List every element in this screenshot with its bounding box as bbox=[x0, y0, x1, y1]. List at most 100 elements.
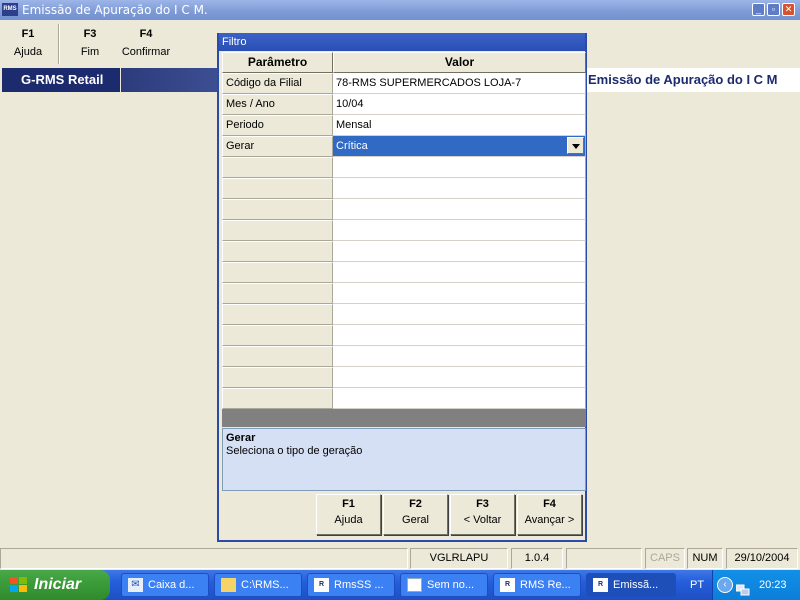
toolbar-confirm-button[interactable]: F4 Confirmar bbox=[120, 28, 172, 64]
empty-param-cell bbox=[222, 241, 333, 262]
empty-value-cell bbox=[333, 346, 586, 367]
status-bar: VGLRLAPU 1.0.4 CAPS NUM 29/10/2004 bbox=[0, 546, 800, 570]
value-cell-mes-ano[interactable]: 10/04 bbox=[333, 94, 586, 115]
empty-param-cell bbox=[222, 262, 333, 283]
empty-value-cell bbox=[333, 241, 586, 262]
task-rmsss[interactable]: R RmsSS ... bbox=[307, 573, 395, 597]
dialog-title: Filtro bbox=[219, 33, 585, 51]
status-date: 29/10/2004 bbox=[726, 548, 798, 569]
module-title: Emissão de Apuração do I C M bbox=[586, 68, 800, 92]
empty-param-cell bbox=[222, 178, 333, 199]
help-panel: Gerar Seleciona o tipo de geração bbox=[222, 428, 586, 491]
dialog-back-button[interactable]: F3 < Voltar bbox=[450, 494, 515, 535]
empty-value-cell bbox=[333, 262, 586, 283]
button-caption: Avançar > bbox=[524, 514, 575, 526]
fkey-caption: Ajuda bbox=[13, 46, 43, 58]
start-button[interactable]: Iniciar bbox=[0, 570, 110, 600]
status-message-panel bbox=[0, 548, 408, 569]
empty-param-cell bbox=[222, 157, 333, 178]
task-label: Emissã... bbox=[613, 579, 659, 591]
empty-param-cell bbox=[222, 325, 333, 346]
restore-button[interactable]: ▫ bbox=[767, 3, 780, 16]
task-emissao[interactable]: R Emissã... bbox=[586, 573, 676, 597]
network-icon[interactable] bbox=[735, 578, 750, 596]
status-version: 1.0.4 bbox=[511, 548, 563, 569]
empty-value-cell bbox=[333, 325, 586, 346]
fkey-label: F4 bbox=[139, 28, 153, 40]
gerar-select-value: Crítica bbox=[336, 140, 368, 152]
status-program: VGLRLAPU bbox=[410, 548, 508, 569]
empty-value-cell bbox=[333, 304, 586, 325]
folder-icon bbox=[221, 578, 236, 592]
title-bar: RMS Emissão de Apuração do I C M. _ ▫ ✕ bbox=[0, 0, 800, 20]
task-rms-re[interactable]: R RMS Re... bbox=[493, 573, 581, 597]
inbox-icon: ✉ bbox=[128, 578, 143, 592]
gerar-select[interactable]: Crítica bbox=[333, 136, 586, 157]
task-label: RmsSS ... bbox=[334, 579, 384, 591]
language-indicator[interactable]: PT bbox=[690, 570, 712, 600]
taskbar: Iniciar ✉ Caixa d... C:\RMS... R RmsSS .… bbox=[0, 570, 800, 600]
task-notepad[interactable]: Sem no... bbox=[400, 573, 488, 597]
dialog-geral-button[interactable]: F2 Geral bbox=[383, 494, 448, 535]
button-caption: Ajuda bbox=[334, 514, 363, 526]
toolbar-separator bbox=[58, 24, 60, 64]
system-tray: ‹ 20:23 bbox=[712, 570, 800, 600]
status-empty-panel bbox=[566, 548, 642, 569]
brand-label: G-RMS Retail bbox=[2, 68, 120, 92]
toolbar-exit-button[interactable]: F3 Fim bbox=[72, 28, 108, 64]
windows-logo-icon bbox=[10, 577, 28, 593]
close-button[interactable]: ✕ bbox=[782, 3, 795, 16]
help-title: Gerar bbox=[226, 432, 256, 444]
empty-value-cell bbox=[333, 283, 586, 304]
empty-param-cell bbox=[222, 283, 333, 304]
rms-icon: R bbox=[500, 578, 515, 592]
notepad-icon bbox=[407, 578, 422, 592]
empty-value-cell bbox=[333, 220, 586, 241]
param-cell: Periodo bbox=[222, 115, 333, 136]
status-num: NUM bbox=[687, 548, 723, 569]
param-cell: Mes / Ano bbox=[222, 94, 333, 115]
empty-param-cell bbox=[222, 346, 333, 367]
start-label: Iniciar bbox=[34, 576, 82, 593]
column-header-parameter[interactable]: Parâmetro bbox=[222, 52, 333, 73]
button-caption: Geral bbox=[402, 514, 429, 526]
grid-divider bbox=[222, 409, 586, 427]
task-label: Sem no... bbox=[427, 579, 475, 591]
app-icon: RMS bbox=[2, 3, 18, 16]
value-cell-filial[interactable]: 78-RMS SUPERMERCADOS LOJA-7 bbox=[333, 73, 586, 94]
window-title: Emissão de Apuração do I C M. bbox=[22, 3, 208, 17]
empty-value-cell bbox=[333, 178, 586, 199]
task-inbox[interactable]: ✉ Caixa d... bbox=[121, 573, 209, 597]
minimize-button[interactable]: _ bbox=[752, 3, 765, 16]
clock[interactable]: 20:23 bbox=[759, 570, 787, 600]
task-label: C:\RMS... bbox=[241, 579, 289, 591]
chevron-left-icon[interactable]: ‹ bbox=[717, 577, 733, 593]
empty-value-cell bbox=[333, 157, 586, 178]
empty-value-cell bbox=[333, 388, 586, 409]
toolbar-help-button[interactable]: F1 Ajuda bbox=[6, 28, 50, 64]
header-band bbox=[121, 68, 218, 92]
empty-param-cell bbox=[222, 367, 333, 388]
help-text: Seleciona o tipo de geração bbox=[226, 445, 363, 457]
fkey-label: F1 bbox=[21, 28, 35, 40]
param-cell: Gerar bbox=[222, 136, 333, 157]
fkey-label: F2 bbox=[409, 498, 422, 510]
fkey-label: F3 bbox=[476, 498, 489, 510]
rms-icon: R bbox=[593, 578, 608, 592]
dialog-next-button[interactable]: F4 Avançar > bbox=[517, 494, 582, 535]
empty-param-cell bbox=[222, 220, 333, 241]
empty-param-cell bbox=[222, 388, 333, 409]
empty-param-cell bbox=[222, 199, 333, 220]
value-cell-periodo[interactable]: Mensal bbox=[333, 115, 586, 136]
fkey-caption: Confirmar bbox=[121, 46, 171, 58]
chevron-down-icon[interactable] bbox=[567, 137, 584, 154]
task-label: Caixa d... bbox=[148, 579, 195, 591]
param-cell: Código da Filial bbox=[222, 73, 333, 94]
task-folder[interactable]: C:\RMS... bbox=[214, 573, 302, 597]
fkey-label: F1 bbox=[342, 498, 355, 510]
dialog-help-button[interactable]: F1 Ajuda bbox=[316, 494, 381, 535]
empty-value-cell bbox=[333, 199, 586, 220]
column-header-value[interactable]: Valor bbox=[333, 52, 586, 73]
empty-param-cell bbox=[222, 304, 333, 325]
button-caption: < Voltar bbox=[463, 514, 502, 526]
